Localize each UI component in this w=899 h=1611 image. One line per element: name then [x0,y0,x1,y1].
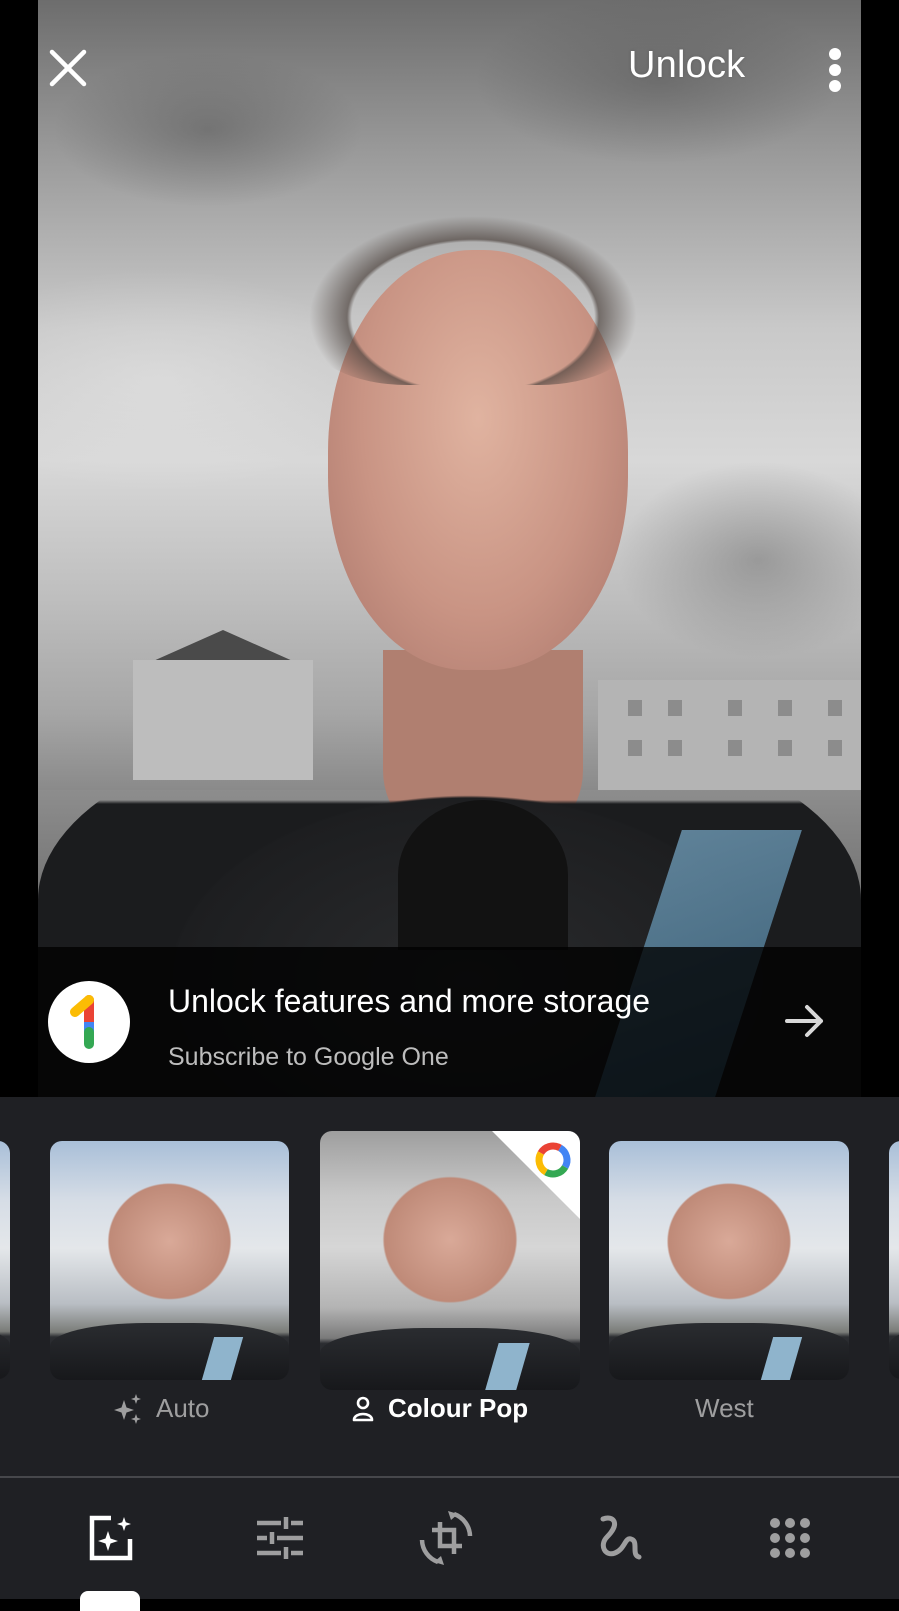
filter-thumb-colour-pop[interactable] [320,1131,580,1390]
tool-adjust[interactable] [252,1510,308,1566]
filter-thumb-partial-right[interactable] [889,1141,899,1379]
photo-preview[interactable] [38,0,861,1097]
close-icon [49,49,87,87]
filter-colour-pop-text: Colour Pop [388,1393,529,1423]
hair [308,215,638,385]
filter-thumb-auto[interactable] [50,1141,289,1380]
tool-suggestions[interactable] [82,1510,138,1566]
unlock-button[interactable]: Unlock [628,44,745,87]
shirt [398,800,568,950]
crop-rotate-icon [419,1511,473,1565]
tool-markup[interactable] [592,1510,648,1566]
active-tool-indicator [80,1591,140,1611]
close-button[interactable] [48,48,88,88]
filter-label-auto[interactable]: Auto [114,1393,210,1424]
auto-enhance-icon [89,1515,133,1561]
promo-title: Unlock features and more storage [168,983,651,1019]
promo-subtitle: Subscribe to Google One [168,1043,449,1071]
filter-west-text: West [695,1393,754,1423]
filter-label-west[interactable]: West [695,1393,754,1424]
filter-thumb-partial-left[interactable] [0,1141,10,1379]
markup-scribble-icon [600,1515,642,1560]
google-one-badge-icon [535,1142,571,1178]
tool-crop-rotate[interactable] [418,1510,474,1566]
grid-dots-icon [770,1518,810,1558]
filter-label-colour-pop[interactable]: Colour Pop [352,1393,528,1424]
sparkle-icon [114,1393,141,1424]
sliders-icon [257,1517,303,1559]
filter-auto-text: Auto [156,1393,210,1423]
person-icon [352,1396,374,1421]
more-dot [829,64,841,76]
more-dot [829,80,841,92]
more-options-button[interactable] [826,48,846,92]
editor-toolbar [0,1478,899,1611]
filter-thumb-west[interactable] [609,1141,849,1380]
tool-more[interactable] [762,1510,818,1566]
google-one-logo [48,981,130,1063]
arrow-right-icon [785,1005,823,1037]
google-one-promo-banner[interactable]: Unlock features and more storage Subscri… [38,947,861,1097]
more-vertical-icon [829,48,841,60]
